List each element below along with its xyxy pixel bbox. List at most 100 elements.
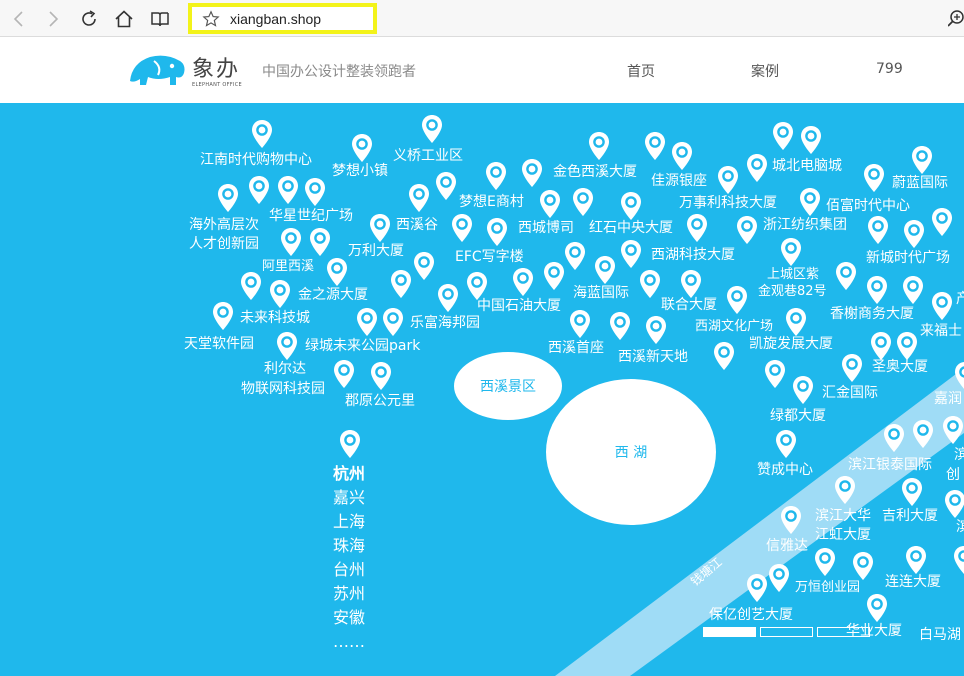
building-label[interactable]: 来福士 [920,323,962,340]
building-label[interactable]: 西溪首座 [548,340,604,357]
map-pin-icon[interactable] [768,563,790,593]
favorite-star-icon[interactable] [202,9,220,28]
map-pin-icon[interactable] [390,269,412,299]
building-label[interactable]: 红石中央大厦 [589,220,673,237]
map-pin-icon[interactable] [609,311,631,341]
building-label[interactable]: 金色西溪大厦 [553,164,637,181]
building-label[interactable]: 上城区紫 [767,266,819,283]
map-pin-icon[interactable] [931,291,953,321]
map-pin-icon[interactable] [726,285,748,315]
building-label[interactable]: 梦想E商村 [459,194,524,211]
map-pin-icon[interactable] [931,207,953,237]
nav-home[interactable]: 首页 [627,61,655,81]
map-pin-icon[interactable] [764,359,786,389]
zoom-icon[interactable] [948,9,964,27]
building-label[interactable]: 连连大厦 [885,574,941,591]
map-pin-icon[interactable] [713,341,735,371]
map-pin-icon[interactable] [269,279,291,309]
map-pin-icon[interactable] [912,419,934,449]
city-item[interactable]: 台州 [333,558,365,582]
building-label[interactable]: 人才创新园 [189,236,259,253]
map-pin-icon[interactable] [905,545,927,575]
home-button[interactable] [111,6,137,32]
building-label[interactable]: 圣奥大厦 [872,359,928,376]
building-label-partial[interactable]: 滨 [954,447,964,464]
building-label-partial[interactable]: 滨 [956,519,964,536]
nav-cases[interactable]: 案例 [751,61,779,81]
city-item[interactable]: 嘉兴 [333,486,365,510]
city-item[interactable]: 珠海 [333,534,365,558]
building-label[interactable]: 乐富海邦园 [410,315,480,332]
map-pin-icon[interactable] [435,171,457,201]
building-label[interactable]: 浙江纺织集团 [763,217,847,234]
building-label[interactable]: 西湖科技大厦 [651,247,735,264]
building-label[interactable]: 利尔达 [264,361,306,378]
map-pin-icon[interactable] [866,593,888,623]
map-pin-icon[interactable] [594,255,616,285]
xixi-lake[interactable]: 西溪景区 [454,352,562,420]
map-pin-icon[interactable] [569,309,591,339]
map-pin-icon[interactable] [944,489,964,519]
building-label[interactable]: EFC写字楼 [455,249,524,266]
map-pin-icon[interactable] [539,189,561,219]
map-pin-icon[interactable] [351,133,373,163]
map-pin-icon[interactable] [834,475,856,505]
map-pin-icon[interactable] [413,251,435,281]
map-pin-icon[interactable] [717,165,739,195]
map-pin-icon[interactable] [620,191,642,221]
building-label[interactable]: 金观巷82号 [758,283,827,300]
reload-button[interactable] [76,6,102,32]
map-pin-icon[interactable] [408,183,430,213]
building-label[interactable]: 保亿创艺大厦 [709,607,793,624]
building-label[interactable]: 蔚蓝国际 [892,175,948,192]
building-label[interactable]: 城北电脑城 [772,158,842,175]
map-pin-icon[interactable] [572,187,594,217]
building-label[interactable]: 义桥工业区 [393,148,463,165]
map-pin-icon[interactable] [212,301,234,331]
map-pin-icon[interactable] [356,307,378,337]
building-label[interactable]: 海蓝国际 [573,285,629,302]
map-pin-icon[interactable] [620,239,642,269]
map-pin-icon[interactable] [902,275,924,305]
map-pin-icon[interactable] [863,163,885,193]
map-pin-icon[interactable] [775,429,797,459]
map-pin-icon[interactable] [953,545,964,575]
building-label[interactable]: 赞成中心 [757,462,813,479]
building-label[interactable]: 万利大厦 [348,243,404,260]
west-lake[interactable]: 西 湖 [546,379,716,525]
map-pin-icon[interactable] [437,283,459,313]
building-label[interactable]: 江虹大厦 [815,527,871,544]
building-label[interactable]: 西溪新天地 [618,349,688,366]
map-pin-icon[interactable] [911,145,933,175]
map-pin-icon[interactable] [485,161,507,191]
building-label[interactable]: 信雅达 [766,538,808,555]
map-pin-icon[interactable] [746,573,768,603]
map-pin-icon[interactable] [543,261,565,291]
map-pin-icon[interactable] [326,257,348,287]
map-pin-icon[interactable] [780,505,802,535]
map-pin-icon[interactable] [841,353,863,383]
map-pin-icon[interactable] [339,429,361,459]
building-label[interactable]: 西湖文化广场 [695,318,773,335]
map-pin-icon[interactable] [896,331,918,361]
map-pin-icon[interactable] [466,271,488,301]
map-pin-icon[interactable] [451,213,473,243]
map-pin-icon[interactable] [942,415,964,445]
building-label[interactable]: 郡原公元里 [345,393,415,410]
map-pin-icon[interactable] [867,215,889,245]
building-label[interactable]: 联合大厦 [661,297,717,314]
map-pin-icon[interactable] [645,315,667,345]
building-label[interactable]: 汇金国际 [822,385,878,402]
city-item[interactable]: 安徽 [333,606,365,630]
building-label[interactable]: 华星世纪广场 [269,208,353,225]
map-pin-icon[interactable] [309,227,331,257]
forward-button[interactable] [40,6,66,32]
map-pin-icon[interactable] [304,177,326,207]
map-pin-icon[interactable] [814,547,836,577]
building-label[interactable]: 嘉润 [934,391,962,408]
building-label-partial[interactable]: 产 [956,291,964,308]
map-pin-icon[interactable] [671,141,693,171]
map-pin-icon[interactable] [639,269,661,299]
map-pin-icon[interactable] [277,175,299,205]
nav-799[interactable]: 799 [876,61,903,77]
